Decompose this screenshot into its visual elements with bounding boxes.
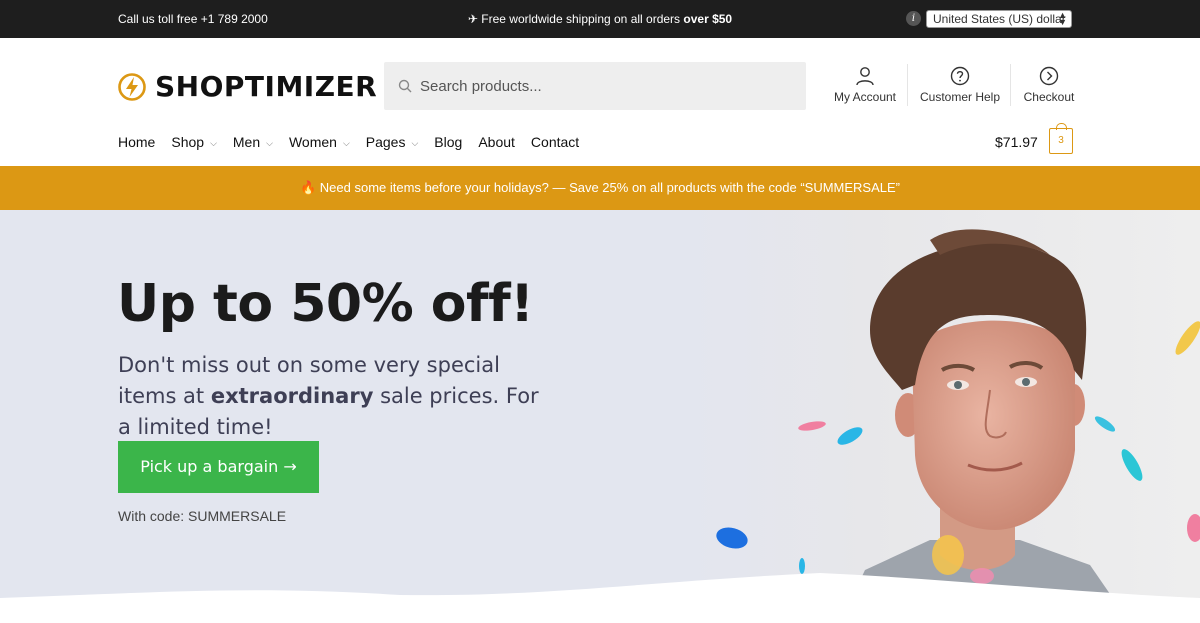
chevron-down-icon: ⌵ — [342, 137, 350, 148]
site-logo[interactable]: SHOPTIMIZER — [117, 70, 377, 103]
search-bar[interactable] — [384, 62, 806, 110]
currency-selected-value: United States (US) dollar — [933, 12, 1066, 26]
header-divider — [907, 64, 908, 106]
cart-total[interactable]: $71.97 — [995, 134, 1038, 150]
main-nav: Home Shop ⌵ Men ⌵ Women ⌵ Pages ⌵ Blog About… — [118, 134, 595, 150]
checkout-link[interactable]: Checkout — [1020, 66, 1078, 104]
user-icon — [856, 67, 874, 86]
nav-item-about[interactable]: About — [478, 134, 515, 150]
nav-label: Women — [288, 134, 337, 150]
help-circle-icon — [950, 66, 970, 86]
my-account-link[interactable]: My Account — [831, 66, 899, 104]
nav-item-men[interactable]: Men ⌵ — [233, 134, 273, 150]
nav-label: Contact — [530, 134, 580, 150]
arrow-circle-right-icon — [1039, 66, 1059, 86]
shipping-threshold: over $50 — [683, 12, 733, 26]
hero-section: Up to 50% off! Don't miss out on some ve… — [0, 210, 1200, 623]
shipping-text: ✈ Free worldwide shipping on all orders — [467, 12, 684, 26]
chevron-down-icon: ⌵ — [266, 137, 273, 148]
promo-banner: 🔥 Need some items before your holidays? … — [0, 166, 1200, 210]
promo-code-text: With code: SUMMERSALE — [118, 508, 287, 524]
hero-title: Up to 50% off! — [117, 274, 534, 334]
hero-photo — [690, 210, 1200, 623]
hero-subtitle-bold: extraordinary — [210, 384, 374, 408]
top-bar: Call us toll free +1 789 2000 ✈ Free wor… — [0, 0, 1200, 38]
my-account-label: My Account — [833, 90, 897, 104]
checkout-label: Checkout — [1023, 90, 1075, 104]
nav-label: Pages — [365, 134, 406, 150]
nav-item-shop[interactable]: Shop ⌵ — [171, 134, 217, 150]
search-icon — [398, 79, 412, 93]
nav-label: Blog — [434, 134, 463, 150]
nav-label: Home — [118, 134, 156, 150]
hero-wave-divider — [0, 573, 1200, 623]
lightning-bolt-icon — [118, 72, 146, 101]
logo-text: SHOPTIMIZER — [155, 70, 378, 103]
nav-label: About — [478, 134, 515, 150]
nav-item-women[interactable]: Women ⌵ — [289, 134, 350, 150]
nav-label: Shop — [171, 134, 205, 150]
customer-help-link[interactable]: Customer Help — [917, 66, 1003, 104]
currency-select[interactable]: United States (US) dollar ▲ ▼ — [926, 10, 1072, 28]
nav-item-pages[interactable]: Pages ⌵ — [366, 134, 419, 150]
promo-text: 🔥 Need some items before your holidays? … — [299, 180, 900, 195]
search-input[interactable] — [420, 62, 800, 110]
nav-label: Men — [232, 134, 261, 150]
chevron-down-icon: ⌵ — [411, 137, 419, 148]
nav-item-blog[interactable]: Blog — [434, 134, 462, 150]
hero-subtitle: Don't miss out on some very special item… — [118, 350, 558, 443]
shopping-bag-icon[interactable]: 3 — [1049, 123, 1073, 154]
nav-item-home[interactable]: Home — [118, 134, 155, 150]
chevron-down-icon: ⌵ — [210, 137, 217, 148]
info-icon[interactable]: i — [906, 11, 921, 26]
cart-count-badge: 3 — [1058, 135, 1064, 146]
customer-help-label: Customer Help — [919, 90, 1001, 104]
header-divider — [1010, 64, 1011, 106]
pick-up-bargain-button[interactable]: Pick up a bargain → — [118, 441, 319, 493]
nav-item-contact[interactable]: Contact — [531, 134, 579, 150]
select-arrows-icon: ▲ ▼ — [1058, 10, 1067, 27]
